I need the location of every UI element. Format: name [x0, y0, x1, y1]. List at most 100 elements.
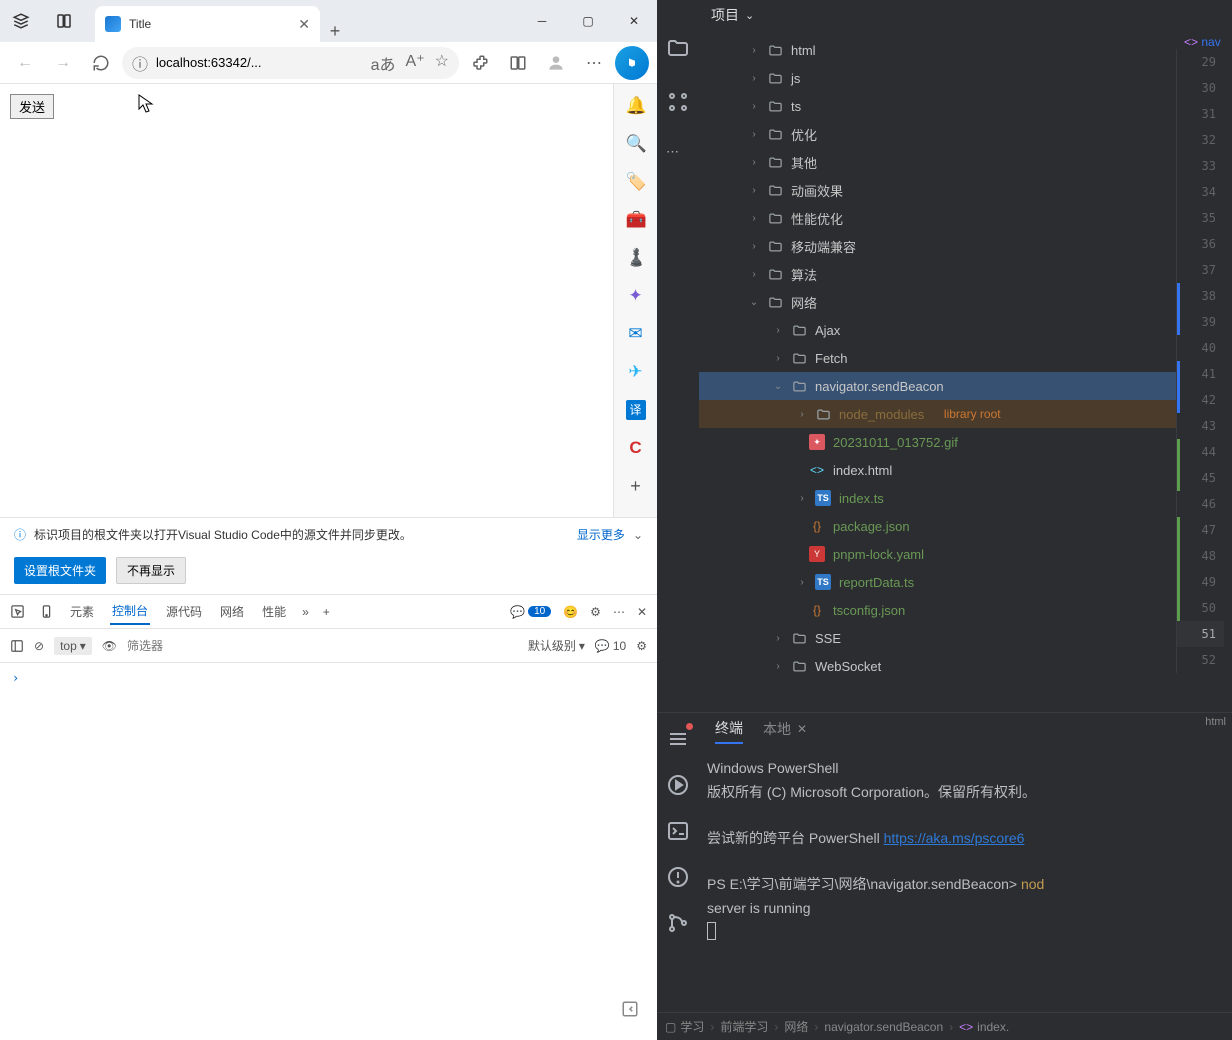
console-body[interactable]: › — [0, 663, 657, 1040]
crumb[interactable]: <>index. — [959, 1020, 1009, 1034]
tools-icon[interactable]: 🧰 — [626, 210, 646, 230]
tree-folder-opt[interactable]: ›优化 — [699, 120, 1176, 148]
project-dropdown[interactable]: 项目 ⌄ — [711, 5, 754, 25]
tree-file-report[interactable]: ›TSreportData.ts — [699, 568, 1176, 596]
tree-folder-sse[interactable]: ›SSE — [699, 624, 1176, 652]
filter-input[interactable] — [127, 639, 282, 653]
maximize-button[interactable]: ▢ — [565, 0, 611, 42]
tab-overflow-icon[interactable]: » — [302, 605, 309, 619]
terminal-tab-active[interactable]: 终端 — [715, 718, 743, 744]
powershell-link[interactable]: https://aka.ms/pscore6 — [884, 830, 1025, 846]
set-root-button[interactable]: 设置根文件夹 — [14, 557, 106, 584]
back-button[interactable]: ← — [8, 46, 42, 80]
project-tree[interactable]: ›html ›js ›ts ›优化 ›其他 ›动画效果 ›性能优化 ›移动端兼容… — [699, 30, 1176, 712]
tab-elements[interactable]: 元素 — [68, 599, 96, 624]
translate-icon[interactable]: aあ — [371, 51, 396, 75]
tree-folder-net[interactable]: ⌄网络 — [699, 288, 1176, 316]
tree-folder-ts[interactable]: ›ts — [699, 92, 1176, 120]
more-icon[interactable]: ⋯ — [577, 46, 611, 80]
extensions-icon[interactable] — [463, 46, 497, 80]
more-tools-icon[interactable]: ⋯ — [666, 144, 690, 168]
tree-folder-algo[interactable]: ›算法 — [699, 260, 1176, 288]
crumb[interactable]: ▢学习 — [665, 1018, 704, 1035]
url-input[interactable] — [156, 55, 363, 70]
terminal-icon[interactable] — [666, 819, 690, 843]
crumb[interactable]: 前端学习 — [720, 1018, 768, 1035]
terminal-tab-local[interactable]: 本地✕ — [763, 719, 807, 743]
tree-file-tsconfig[interactable]: {}tsconfig.json — [699, 596, 1176, 624]
browser-tab[interactable]: Title ✕ — [95, 6, 320, 42]
close-button[interactable]: ✕ — [611, 0, 657, 42]
favorite-icon[interactable]: ☆ — [435, 51, 449, 75]
read-aloud-icon[interactable]: A⁺ — [406, 51, 425, 75]
site-info-icon[interactable]: ⓘ — [132, 51, 148, 75]
problems-icon[interactable] — [666, 865, 690, 889]
bell-icon[interactable]: 🔔 — [626, 96, 646, 116]
outlook-icon[interactable]: ✉ — [626, 324, 646, 344]
project-tool-icon[interactable] — [666, 36, 690, 60]
tree-folder-fetch[interactable]: ›Fetch — [699, 344, 1176, 372]
close-icon[interactable]: ✕ — [298, 16, 310, 33]
notice-show-more[interactable]: 显示更多 — [577, 526, 625, 543]
editor-tab[interactable]: <> nav — [1176, 30, 1232, 49]
tree-folder-anim[interactable]: ›动画效果 — [699, 176, 1176, 204]
forward-button[interactable]: → — [46, 46, 80, 80]
tree-folder-ws[interactable]: ›WebSocket — [699, 652, 1176, 680]
console-settings-icon[interactable]: ⚙ — [636, 639, 647, 653]
new-tab-button[interactable]: + — [320, 21, 350, 42]
tree-folder-js[interactable]: ›js — [699, 64, 1176, 92]
crumb[interactable]: 网络 — [784, 1018, 808, 1035]
tree-file-gif[interactable]: ✦20231011_013752.gif — [699, 428, 1176, 456]
tree-folder-html[interactable]: ›html — [699, 36, 1176, 64]
send-button[interactable]: 发送 — [10, 94, 54, 119]
git-icon[interactable] — [666, 911, 690, 935]
tree-file-lock[interactable]: Ypnpm-lock.yaml — [699, 540, 1176, 568]
tree-folder-beacon[interactable]: ⌄navigator.sendBeacon — [699, 372, 1176, 400]
shopping-icon[interactable]: 🏷️ — [626, 172, 646, 192]
tab-performance[interactable]: 性能 — [260, 599, 288, 624]
c-icon[interactable]: C — [626, 438, 646, 458]
tree-folder-ajax[interactable]: ›Ajax — [699, 316, 1176, 344]
live-expression-icon[interactable]: 👁 — [102, 639, 117, 653]
split-screen-icon[interactable] — [501, 46, 535, 80]
context-selector[interactable]: top▾ — [54, 637, 92, 655]
minimize-button[interactable]: ─ — [519, 0, 565, 42]
dont-show-button[interactable]: 不再显示 — [116, 557, 186, 584]
tree-folder-mobile[interactable]: ›移动端兼容 — [699, 232, 1176, 260]
inspect-icon[interactable] — [10, 604, 25, 619]
close-devtools-icon[interactable]: ✕ — [637, 605, 647, 619]
settings-icon[interactable]: ⚙ — [590, 605, 601, 619]
language-badge[interactable]: html — [1205, 716, 1226, 728]
device-icon[interactable] — [39, 604, 54, 619]
tab-overview-icon[interactable] — [55, 12, 73, 30]
tree-folder-perf[interactable]: ›性能优化 — [699, 204, 1176, 232]
search-icon[interactable]: 🔍 — [626, 134, 646, 154]
run-icon[interactable] — [666, 773, 690, 797]
send-feedback-icon[interactable]: 😊 — [563, 605, 578, 619]
bing-chat-icon[interactable] — [615, 46, 649, 80]
tab-network[interactable]: 网络 — [218, 599, 246, 624]
microsoft365-icon[interactable]: ✦ — [626, 286, 646, 306]
add-tab-icon[interactable]: + — [323, 605, 330, 619]
close-icon[interactable]: ✕ — [797, 722, 807, 736]
tree-file-index-ts[interactable]: ›TSindex.ts — [699, 484, 1176, 512]
drop-icon[interactable]: ✈ — [626, 362, 646, 382]
address-bar[interactable]: ⓘ aあ A⁺ ☆ — [122, 47, 459, 79]
tree-folder-other[interactable]: ›其他 — [699, 148, 1176, 176]
structure-tool-icon[interactable] — [666, 90, 690, 114]
add-sidebar-icon[interactable]: + — [630, 476, 641, 497]
tab-sources[interactable]: 源代码 — [164, 599, 204, 624]
games-icon[interactable]: ♟️ — [626, 248, 646, 268]
tab-console[interactable]: 控制台 — [110, 598, 150, 625]
clear-console-icon[interactable]: ⊘ — [34, 639, 44, 653]
tree-file-package[interactable]: {}package.json — [699, 512, 1176, 540]
toggle-sidebar-icon[interactable] — [10, 639, 24, 653]
refresh-button[interactable] — [84, 46, 118, 80]
terminal-output[interactable]: Windows PowerShell 版权所有 (C) Microsoft Co… — [699, 749, 1232, 1012]
chevron-down-icon[interactable]: ⌄ — [633, 528, 643, 542]
crumb[interactable]: navigator.sendBeacon — [824, 1020, 943, 1034]
translate-side-icon[interactable]: 译 — [626, 400, 646, 420]
menu-icon[interactable] — [666, 727, 690, 751]
log-level-selector[interactable]: 默认级别▾ — [528, 637, 585, 654]
workspaces-icon[interactable] — [12, 12, 30, 30]
